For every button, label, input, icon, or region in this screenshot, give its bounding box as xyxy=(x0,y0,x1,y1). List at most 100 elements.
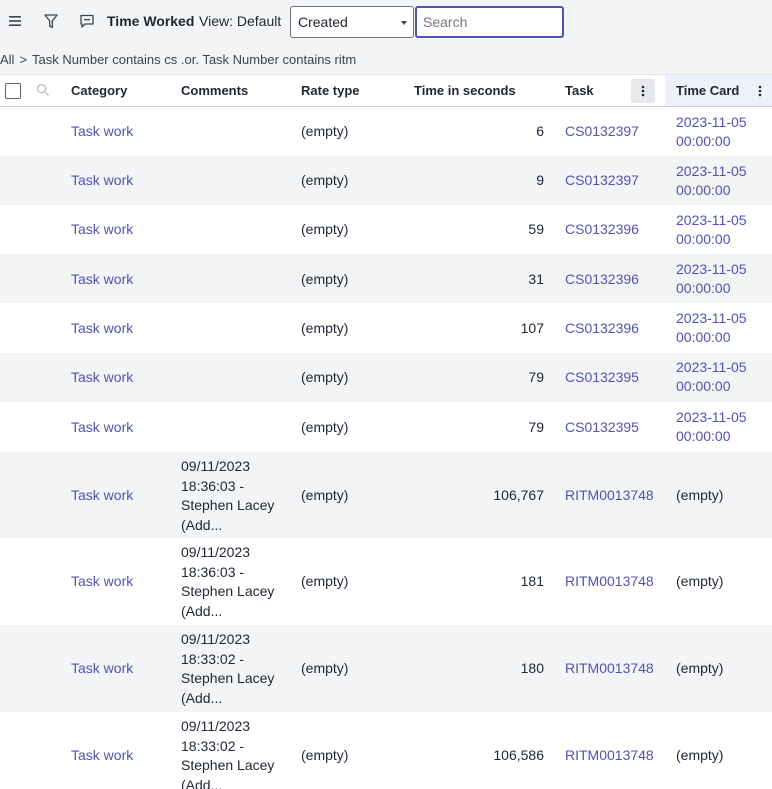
time-card-date-link[interactable]: 2023-11-05 xyxy=(676,162,747,181)
time-card-empty: (empty) xyxy=(676,573,724,589)
search-input[interactable] xyxy=(415,6,564,38)
task-link[interactable]: CS0132397 xyxy=(565,122,639,141)
time-card-time-link[interactable]: 00:00:00 xyxy=(676,328,731,347)
rate-type-value: (empty) xyxy=(301,172,349,188)
rate-type-value: (empty) xyxy=(301,320,349,336)
list-title: Time Worked xyxy=(107,13,195,29)
time-card-time-link[interactable]: 00:00:00 xyxy=(676,279,731,298)
time-card-time-link[interactable]: 00:00:00 xyxy=(676,427,731,446)
time-card-date-link[interactable]: 2023-11-05 xyxy=(676,358,747,377)
task-link[interactable]: CS0132397 xyxy=(565,171,639,190)
category-link[interactable]: Task work xyxy=(71,486,133,505)
time-card-empty: (empty) xyxy=(676,747,724,763)
column-header-task[interactable]: Task xyxy=(565,83,594,98)
seconds-value: 107 xyxy=(520,320,544,336)
category-link[interactable]: Task work xyxy=(71,368,133,387)
breadcrumb: All > Task Number contains cs .or. Task Nu… xyxy=(0,45,772,75)
task-link[interactable]: CS0132396 xyxy=(565,319,639,338)
comment-icon[interactable] xyxy=(76,10,98,32)
breadcrumb-all[interactable]: All xyxy=(0,52,14,67)
rate-type-value: (empty) xyxy=(301,369,349,385)
table-row: Task work (empty) 31 CS0132396 2023-11-0… xyxy=(0,254,772,303)
table-row: Task work (empty) 107 CS0132396 2023-11-… xyxy=(0,303,772,353)
task-link[interactable]: CS0132396 xyxy=(565,220,639,239)
table-row: Task work (empty) 9 CS0132397 2023-11-05… xyxy=(0,156,772,205)
select-all-checkbox[interactable] xyxy=(5,83,21,99)
task-link[interactable]: RITM0013748 xyxy=(565,659,654,678)
caret-down-icon xyxy=(401,21,407,25)
table-row: Task work (empty) 59 CS0132396 2023-11-0… xyxy=(0,205,772,254)
time-card-date-link[interactable]: 2023-11-05 xyxy=(676,408,747,427)
category-link[interactable]: Task work xyxy=(71,659,133,678)
table-row: Task work (empty) 79 CS0132395 2023-11-0… xyxy=(0,353,772,402)
seconds-value: 180 xyxy=(520,660,544,676)
seconds-value: 9 xyxy=(536,172,544,188)
rate-type-value: (empty) xyxy=(301,747,349,763)
table-row: Task work 09/11/2023 18:36:03 - Stephen … xyxy=(0,538,772,625)
table-row: Task work 09/11/2023 18:33:02 - Stephen … xyxy=(0,712,772,789)
filter-icon[interactable] xyxy=(40,10,62,32)
task-link[interactable]: CS0132396 xyxy=(565,270,639,289)
rate-type-value: (empty) xyxy=(301,660,349,676)
table-row: Task work 09/11/2023 18:36:03 - Stephen … xyxy=(0,452,772,538)
rate-type-value: (empty) xyxy=(301,123,349,139)
view-label[interactable]: View: Default xyxy=(199,13,281,29)
seconds-value: 79 xyxy=(528,369,544,385)
time-card-date-link[interactable]: 2023-11-05 xyxy=(676,260,747,279)
search-field-select[interactable]: Created xyxy=(290,6,414,38)
seconds-value: 79 xyxy=(528,419,544,435)
category-link[interactable]: Task work xyxy=(71,171,133,190)
column-header-comments[interactable]: Comments xyxy=(181,83,248,98)
rate-type-value: (empty) xyxy=(301,221,349,237)
seconds-value: 106,767 xyxy=(493,487,544,503)
rate-type-value: (empty) xyxy=(301,419,349,435)
table-row: Task work (empty) 6 CS0132397 2023-11-05… xyxy=(0,107,772,156)
time-card-date-link[interactable]: 2023-11-05 xyxy=(676,211,747,230)
task-link[interactable]: RITM0013748 xyxy=(565,746,654,765)
category-link[interactable]: Task work xyxy=(71,319,133,338)
column-header-time-card[interactable]: Time Card xyxy=(676,83,739,98)
comment-text: 09/11/2023 18:36:03 - Stephen Lacey (Add… xyxy=(181,544,275,619)
task-link[interactable]: CS0132395 xyxy=(565,368,639,387)
comment-text: 09/11/2023 18:33:02 - Stephen Lacey (Add… xyxy=(181,631,275,706)
time-card-time-link[interactable]: 00:00:00 xyxy=(676,230,731,249)
category-link[interactable]: Task work xyxy=(71,220,133,239)
breadcrumb-filter[interactable]: Task Number contains cs .or. Task Number… xyxy=(32,52,356,67)
table-row: Task work (empty) 79 CS0132395 2023-11-0… xyxy=(0,402,772,452)
seconds-value: 59 xyxy=(528,221,544,237)
time-card-date-link[interactable]: 2023-11-05 xyxy=(676,309,747,328)
category-link[interactable]: Task work xyxy=(71,746,133,765)
task-link[interactable]: RITM0013748 xyxy=(565,572,654,591)
seconds-value: 31 xyxy=(528,271,544,287)
time-card-time-link[interactable]: 00:00:00 xyxy=(676,132,731,151)
rate-type-value: (empty) xyxy=(301,487,349,503)
task-link[interactable]: RITM0013748 xyxy=(565,486,654,505)
time-card-empty: (empty) xyxy=(676,487,724,503)
category-link[interactable]: Task work xyxy=(71,418,133,437)
task-column-menu-icon[interactable] xyxy=(631,79,655,103)
search-field-value: Created xyxy=(298,14,348,30)
table-row: Task work 09/11/2023 18:33:02 - Stephen … xyxy=(0,625,772,712)
category-link[interactable]: Task work xyxy=(71,122,133,141)
search-icon[interactable] xyxy=(36,83,50,100)
time-card-column-menu-icon[interactable] xyxy=(748,79,772,103)
time-card-time-link[interactable]: 00:00:00 xyxy=(676,377,731,396)
column-header-rate-type[interactable]: Rate type xyxy=(301,83,360,98)
time-card-empty: (empty) xyxy=(676,660,724,676)
time-card-time-link[interactable]: 00:00:00 xyxy=(676,181,731,200)
comment-text: 09/11/2023 18:36:03 - Stephen Lacey (Add… xyxy=(181,458,275,533)
breadcrumb-separator: > xyxy=(19,52,28,67)
seconds-value: 6 xyxy=(536,123,544,139)
table-header: Category Comments Rate type Time in seco… xyxy=(0,75,772,107)
rate-type-value: (empty) xyxy=(301,573,349,589)
rate-type-value: (empty) xyxy=(301,271,349,287)
hamburger-menu-icon[interactable] xyxy=(4,10,26,32)
category-link[interactable]: Task work xyxy=(71,572,133,591)
column-header-time-in-seconds[interactable]: Time in seconds xyxy=(414,83,516,98)
column-header-category[interactable]: Category xyxy=(71,83,127,98)
seconds-value: 181 xyxy=(520,573,544,589)
time-card-date-link[interactable]: 2023-11-05 xyxy=(676,113,747,132)
category-link[interactable]: Task work xyxy=(71,270,133,289)
task-link[interactable]: CS0132395 xyxy=(565,418,639,437)
seconds-value: 106,586 xyxy=(493,747,544,763)
